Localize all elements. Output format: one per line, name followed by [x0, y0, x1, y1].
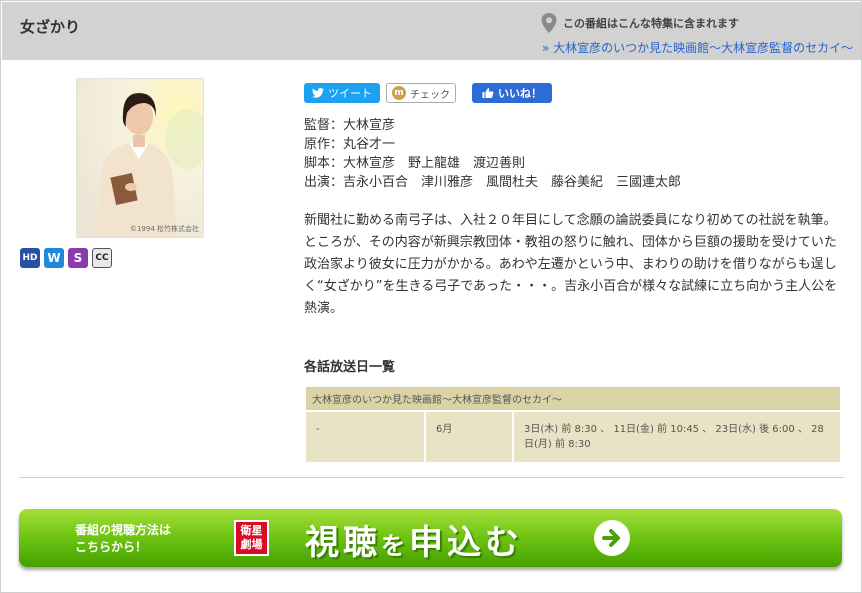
widescreen-badge: W: [44, 248, 64, 268]
apply-label-part2: を: [381, 532, 409, 560]
mixi-check-button[interactable]: m チェック: [386, 83, 456, 103]
poster-copyright: ©1994 松竹株式会社: [129, 225, 199, 233]
arrow-right-icon: [594, 520, 630, 556]
poster-image: [77, 79, 203, 237]
logo-line1: 衛星: [240, 524, 263, 537]
twitter-bird-icon: [312, 88, 324, 98]
program-title: 女ざかり: [20, 18, 81, 36]
program-poster: ©1994 松竹株式会社: [76, 78, 204, 238]
feature-link[interactable]: » 大林宣彦のいつか見た映画館～大林宣彦監督のセカイ～: [542, 39, 853, 56]
apply-label-part3: 申込む: [409, 523, 523, 563]
program-detail-panel: 女ざかり この番組はこんな特集に含まれます » 大林宣彦のいつか見た映画館～大林…: [0, 0, 862, 593]
tweet-button[interactable]: ツイート: [304, 83, 380, 103]
apply-label: 視聴を申込む: [305, 515, 523, 564]
synopsis-text: 新聞社に勤める南弓子は、入社２０年目にして念願の論説委員になり初めての社説を執筆…: [304, 213, 838, 316]
schedule-heading: 各話放送日一覧: [304, 360, 396, 375]
viewing-method-line2: こちらから！: [75, 540, 148, 554]
social-buttons: ツイート m チェック いいね！: [304, 83, 552, 103]
schedule-caption: 大林宣彦のいつか見た映画館～大林宣彦監督のセカイ～: [304, 385, 842, 412]
apply-label-part1: 視聴: [305, 523, 381, 563]
section-divider: [19, 477, 844, 478]
tweet-label: ツイート: [328, 87, 372, 100]
map-pin-icon: [541, 13, 557, 33]
schedule-table: 大林宣彦のいつか見た映画館～大林宣彦監督のセカイ～ - 6月 3日(木) 前 8…: [304, 385, 842, 464]
eisei-gekijo-logo: 衛星 劇場: [234, 520, 269, 556]
dates-cell: 3日(木) 前 8:30 、 11日(金) 前 10:45 、 23日(水) 後…: [512, 410, 842, 464]
episode-cell: -: [304, 410, 426, 464]
thumbs-up-icon: [482, 88, 494, 98]
cast-credit: 出演：吉永小百合 津川雅彦 風間杜夫 藤谷美紀 三國連太郎: [304, 175, 682, 190]
program-header: 女ざかり この番組はこんな特集に含まれます » 大林宣彦のいつか見た映画館～大林…: [2, 2, 861, 60]
month-cell: 6月: [424, 410, 514, 464]
schedule-caption-row: 大林宣彦のいつか見た映画館～大林宣彦監督のセカイ～: [304, 385, 842, 412]
viewing-method-line1: 番組の視聴方法は: [75, 523, 172, 537]
director-credit: 監督：大林宣彦: [304, 118, 396, 133]
screenplay-credit: 脚本：大林宣彦 野上龍雄 渡辺善則: [304, 156, 526, 171]
format-badges: HD W S CC: [20, 248, 112, 268]
credits-list: 監督：大林宣彦 原作：丸谷才一 脚本：大林宣彦 野上龍雄 渡辺善則 出演：吉永小…: [304, 116, 681, 192]
facebook-like-button[interactable]: いいね！: [472, 83, 552, 103]
check-label: チェック: [410, 89, 450, 101]
viewing-method-text: 番組の視聴方法は こちらから！: [75, 522, 171, 556]
logo-line2: 劇場: [240, 538, 263, 551]
like-label: いいね！: [498, 87, 542, 100]
closed-caption-badge: CC: [92, 248, 112, 268]
mixi-icon: m: [392, 86, 406, 100]
apply-subscription-button[interactable]: 番組の視聴方法は こちらから！ 衛星 劇場 視聴を申込む: [19, 509, 842, 567]
stereo-badge: S: [68, 248, 88, 268]
hd-badge: HD: [20, 248, 40, 268]
feature-caption: この番組はこんな特集に含まれます: [563, 17, 739, 30]
table-row: - 6月 3日(木) 前 8:30 、 11日(金) 前 10:45 、 23日…: [304, 410, 842, 464]
original-work-credit: 原作：丸谷才一: [304, 137, 396, 152]
